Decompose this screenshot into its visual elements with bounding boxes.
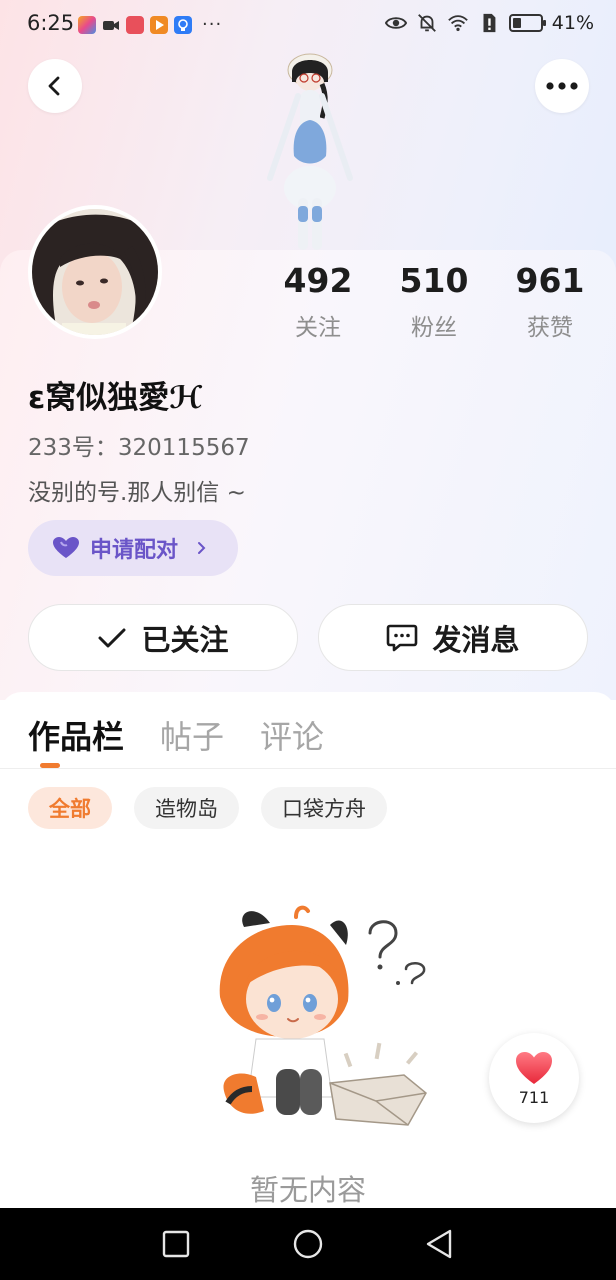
heart-icon <box>516 1051 552 1084</box>
play-app-icon <box>150 15 168 34</box>
system-back-button[interactable] <box>422 1226 458 1262</box>
tab-works[interactable]: 作品栏 <box>28 712 124 762</box>
battery-icon <box>508 14 546 32</box>
checkmark-icon <box>98 628 126 647</box>
avatar-photo <box>32 209 158 335</box>
tabs-divider <box>0 768 616 769</box>
wifi-icon <box>447 15 468 32</box>
status-indicators: 41% <box>384 12 594 34</box>
profile-uid: 233号：320115567 <box>28 435 250 461</box>
filter-creation-island[interactable]: 造物岛 <box>134 787 239 829</box>
filter-pocket-ark[interactable]: 口袋方舟 <box>261 787 387 829</box>
recent-apps-button[interactable] <box>158 1226 194 1262</box>
profile-nickname: ε窝似独愛ℋ <box>28 380 203 416</box>
stat-label: 粉丝 <box>411 315 457 341</box>
content-tabs: 作品栏 帖子 评论 <box>28 712 324 762</box>
follow-label: 已关注 <box>141 622 229 657</box>
stat-following[interactable]: 492 关注 <box>260 262 376 342</box>
shop-app-icon <box>126 15 144 34</box>
filter-chips: 全部 造物岛 口袋方舟 <box>28 787 387 829</box>
status-app-icons: ··· <box>78 14 222 35</box>
send-message-button[interactable]: 发消息 <box>318 604 588 671</box>
status-time: 6:25 <box>27 11 75 35</box>
sim-alert-icon <box>483 13 496 33</box>
chevron-right-icon <box>198 542 206 554</box>
tab-comments[interactable]: 评论 <box>260 712 324 762</box>
more-button[interactable] <box>535 59 589 113</box>
back-button[interactable] <box>28 59 82 113</box>
profile-stats: 492 关注 510 粉丝 961 获赞 <box>260 262 610 342</box>
heart-icon <box>53 537 79 558</box>
video-camera-icon <box>102 16 120 34</box>
stat-label: 获赞 <box>527 315 573 341</box>
bell-muted-icon <box>417 14 436 32</box>
message-bubble-icon <box>387 624 418 651</box>
battery-percent: 41% <box>551 12 594 34</box>
filter-all[interactable]: 全部 <box>28 787 112 829</box>
stat-value: 492 <box>283 261 353 300</box>
pair-button-label: 申请配对 <box>90 538 179 563</box>
message-label: 发消息 <box>432 622 520 657</box>
floating-like-button[interactable]: 711 <box>489 1033 579 1123</box>
stat-likes[interactable]: 961 获赞 <box>492 262 608 342</box>
empty-state-illustration <box>219 905 427 1126</box>
avatar[interactable] <box>28 205 162 339</box>
followed-button[interactable]: 已关注 <box>28 604 298 671</box>
request-pairing-button[interactable]: 申请配对 <box>28 520 238 576</box>
empty-state-text: 暂无内容 <box>249 1173 366 1207</box>
stat-value: 510 <box>399 261 469 300</box>
status-bar: 6:25 ··· 41% <box>0 0 616 50</box>
bulb-app-icon <box>174 15 192 34</box>
more-notifications-icon: ··· <box>202 14 223 35</box>
like-count: 711 <box>518 1087 550 1107</box>
app-grid-icon <box>78 15 96 34</box>
stat-label: 关注 <box>295 315 341 341</box>
chevron-left-icon <box>48 76 60 96</box>
stat-value: 961 <box>515 261 585 300</box>
battery-level <box>512 18 522 28</box>
more-horizontal-icon <box>546 82 578 90</box>
eye-icon <box>384 17 407 29</box>
system-navigation-bar <box>0 1208 616 1280</box>
profile-bio: 没别的号.那人别信 ~ <box>28 480 246 506</box>
tab-posts[interactable]: 帖子 <box>160 712 224 762</box>
stat-followers[interactable]: 510 粉丝 <box>376 262 492 342</box>
character-avatar-figure <box>267 53 353 250</box>
home-button[interactable] <box>290 1226 326 1262</box>
